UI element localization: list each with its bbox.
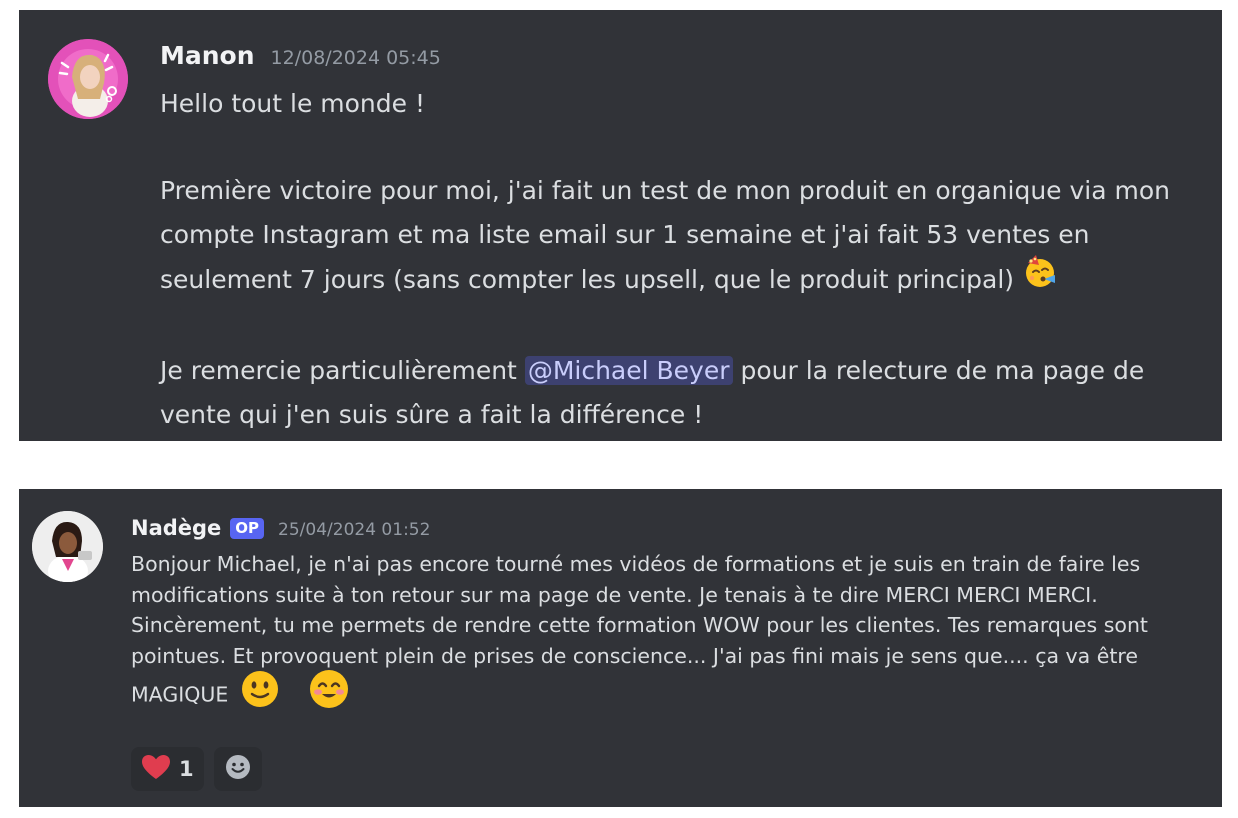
message-header: Manon 12/08/2024 05:45	[160, 41, 441, 70]
timestamp[interactable]: 25/04/2024 01:52	[278, 520, 430, 540]
avatar-nadege-image	[32, 511, 103, 582]
message-text-body: Bonjour Michael, je n'ai pas encore tour…	[131, 552, 1148, 707]
op-badge: OP	[230, 518, 265, 539]
message-paragraph-thanks: Je remercie particulièrement @Michael Be…	[160, 349, 1200, 436]
avatar-manon[interactable]	[48, 39, 128, 119]
message-paragraph-thanks-before: Je remercie particulièrement	[160, 356, 517, 385]
add-reaction-icon	[225, 754, 251, 784]
heart-icon	[141, 754, 171, 784]
reaction-bar: 1	[131, 747, 262, 791]
slightly-smiling-face-emoji	[241, 670, 279, 717]
smiling-face-with-smiling-eyes-emoji	[309, 669, 349, 718]
reaction-heart[interactable]: 1	[131, 747, 204, 791]
reaction-count: 1	[179, 757, 194, 781]
username[interactable]: Manon	[160, 41, 255, 70]
username[interactable]: Nadège	[131, 516, 221, 540]
message-greeting: Hello tout le monde !	[160, 89, 425, 118]
add-reaction-button[interactable]	[213, 747, 262, 791]
timestamp[interactable]: 12/08/2024 05:45	[271, 47, 441, 69]
message-paragraph-victory-text: Première victoire pour moi, j'ai fait un…	[160, 176, 1170, 294]
avatar-nadege[interactable]	[32, 511, 103, 582]
message-paragraph-victory: Première victoire pour moi, j'ai fait un…	[160, 169, 1200, 306]
message-header: Nadège OP 25/04/2024 01:52	[131, 516, 430, 541]
message-card-manon: Manon 12/08/2024 05:45 Hello tout le mon…	[19, 10, 1222, 441]
avatar-manon-image	[48, 39, 128, 119]
user-mention[interactable]: @Michael Beyer	[524, 356, 733, 385]
message-text: Bonjour Michael, je n'ai pas encore tour…	[131, 549, 1216, 720]
message-content: Bonjour Michael, je n'ai pas encore tour…	[131, 549, 1216, 720]
message-card-nadege: Nadège OP 25/04/2024 01:52 Bonjour Micha…	[19, 489, 1222, 807]
message-content: Hello tout le monde ! Première victoire …	[160, 82, 1200, 436]
partying-face-emoji	[1022, 253, 1058, 303]
